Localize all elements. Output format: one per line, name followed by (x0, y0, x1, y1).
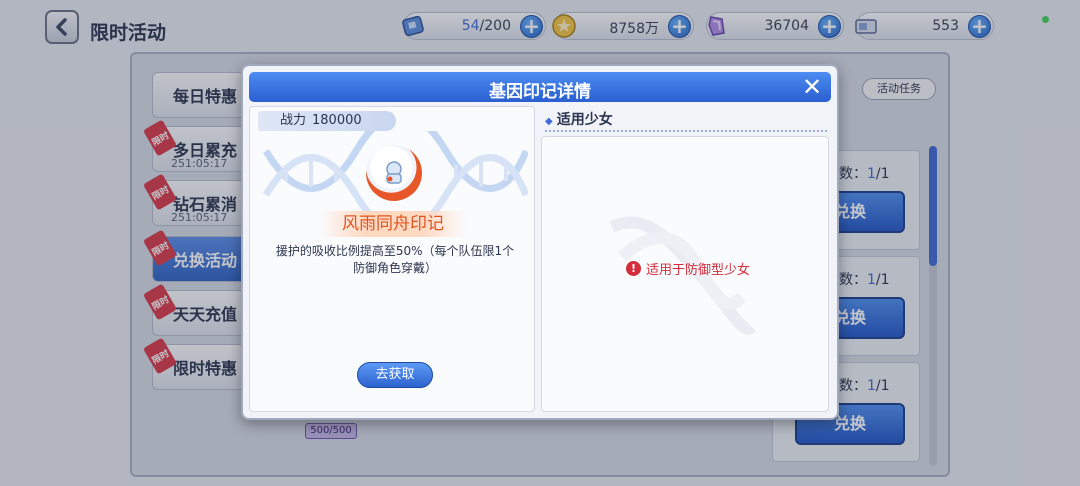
applicable-girls-heading: ◆ 适用少女 (545, 112, 613, 128)
imprint-emblem-icon (366, 145, 422, 201)
close-button[interactable]: ✕ (799, 74, 825, 100)
get-button[interactable]: 去获取 (357, 362, 433, 388)
applicable-girls-pane: ◆ 适用少女 ! 适用于防御型少女 (541, 106, 829, 412)
dialog-title: 基因印记详情 (489, 82, 591, 102)
gene-imprint-dialog: 基因印记详情 ✕ 战力 180000 风雨同舟印记 援护的吸收比例提高至50%（每… (241, 64, 839, 420)
imprint-name: 风雨同舟印记 (320, 211, 466, 237)
alert-icon: ! (626, 261, 641, 276)
applicable-girls-list: ! 适用于防御型少女 (541, 136, 829, 412)
warning-message: ! 适用于防御型少女 (626, 259, 750, 278)
dotted-divider (545, 130, 827, 132)
imprint-detail-pane: 战力 180000 风雨同舟印记 援护的吸收比例提高至50%（每个队伍限1个防御角… (249, 106, 535, 412)
dialog-header: 基因印记详情 ✕ (249, 72, 831, 102)
imprint-description: 援护的吸收比例提高至50%（每个队伍限1个防御角色穿戴） (275, 244, 515, 275)
combat-power-tag: 战力 180000 (258, 111, 396, 131)
diamond-bullet-icon: ◆ (545, 116, 553, 127)
